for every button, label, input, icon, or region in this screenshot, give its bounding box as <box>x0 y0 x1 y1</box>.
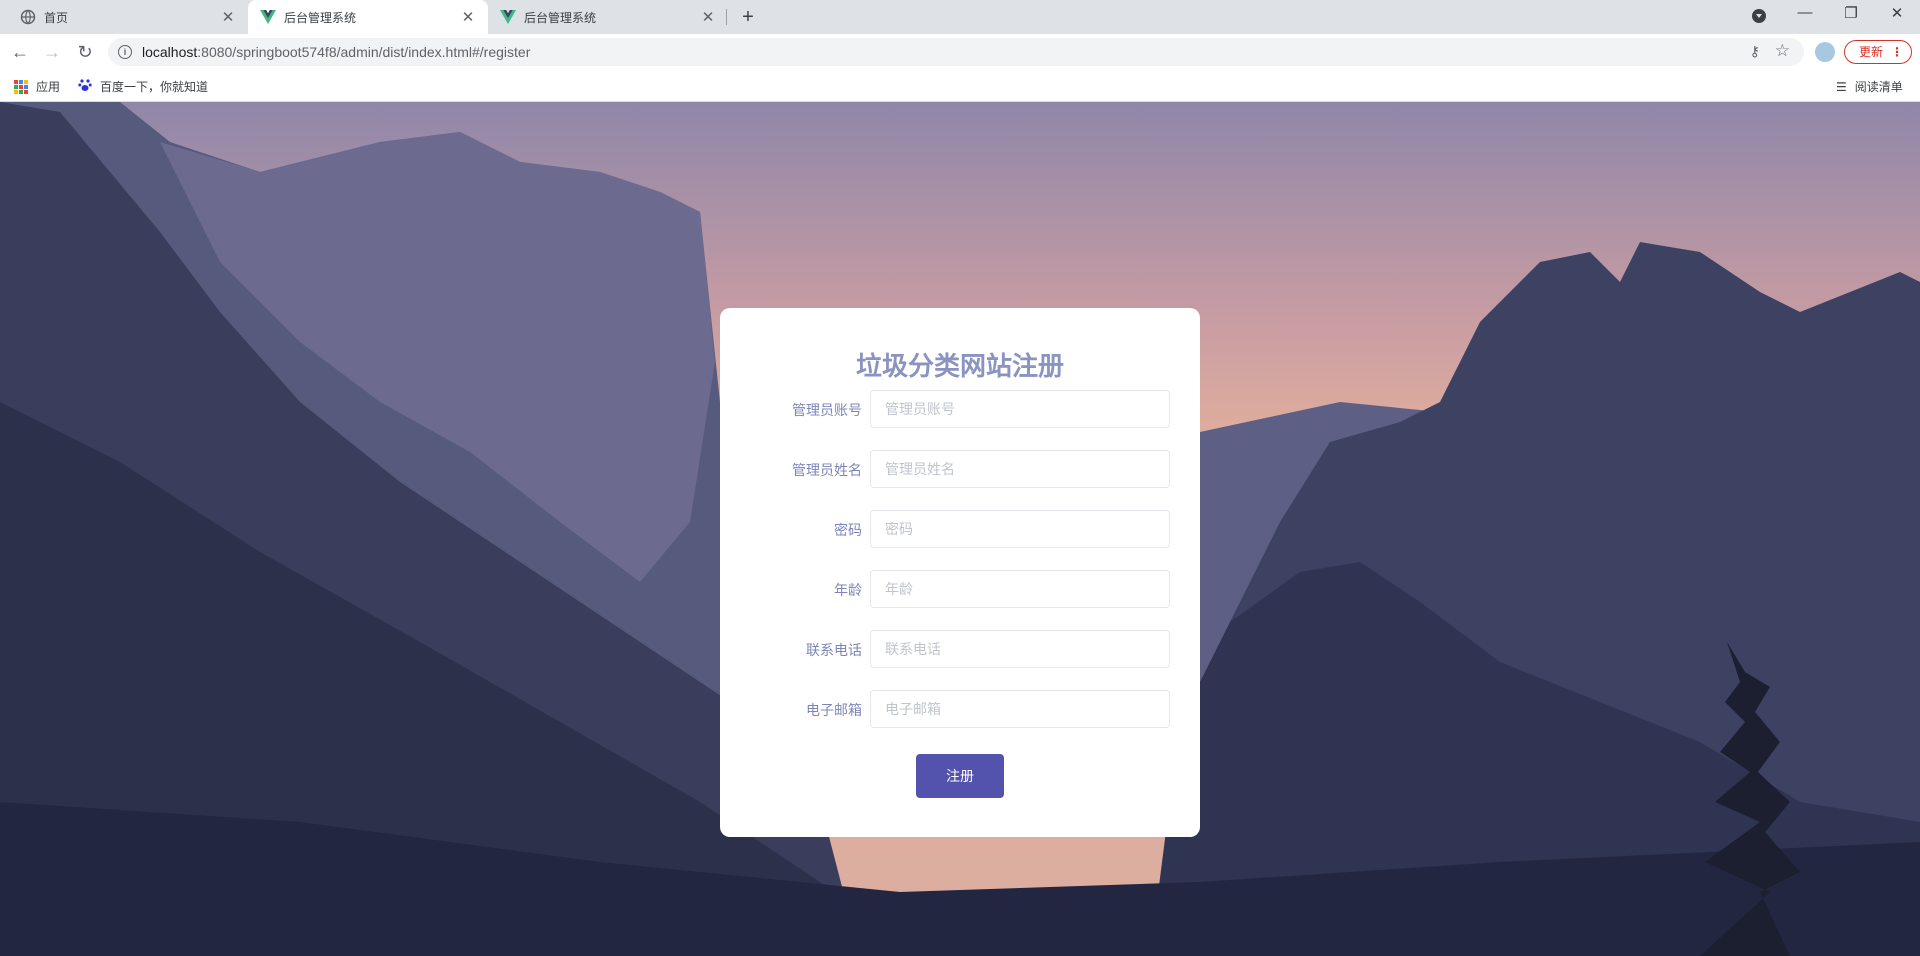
form-row-password: 密码 <box>720 510 1200 548</box>
url-host: localhost <box>142 44 198 60</box>
tab-admin-active[interactable]: 后台管理系统 ✕ <box>248 0 488 34</box>
key-icon[interactable]: ⚷ <box>1750 43 1760 60</box>
window-close-icon[interactable]: ✕ <box>1874 4 1920 22</box>
register-title: 垃圾分类网站注册 <box>855 351 1064 381</box>
form-row-phone: 联系电话 <box>720 630 1200 668</box>
name-label: 管理员姓名 <box>792 462 862 478</box>
bookmark-label: 应用 <box>36 80 61 94</box>
name-input[interactable] <box>870 450 1170 488</box>
age-label: 年龄 <box>834 582 862 598</box>
reload-icon[interactable]: ↻ <box>73 40 97 64</box>
email-input[interactable] <box>870 690 1170 728</box>
bookmark-star-icon[interactable]: ☆ <box>1775 41 1790 61</box>
new-tab-plus-icon[interactable]: + <box>738 7 758 27</box>
password-label: 密码 <box>834 522 862 538</box>
form-row-account: 管理员账号 <box>720 390 1200 428</box>
tab-search-dropdown-icon[interactable] <box>1752 9 1766 23</box>
address-bar[interactable]: i localhost:8080/springboot574f8/admin/d… <box>108 38 1804 66</box>
close-icon[interactable]: ✕ <box>700 8 716 26</box>
tab-title: 后台管理系统 <box>524 10 597 25</box>
tab-admin[interactable]: 后台管理系统 ✕ <box>488 0 728 34</box>
more-menu-icon: ⋮ <box>1891 45 1903 59</box>
tab-strip: 首页 ✕ 后台管理系统 ✕ 后台管理系统 ✕ + — ❐ ✕ <box>0 0 1920 34</box>
account-input[interactable] <box>870 390 1170 428</box>
update-button[interactable]: 更新 ⋮ <box>1844 40 1912 64</box>
password-input[interactable] <box>870 510 1170 548</box>
forward-arrow-icon[interactable]: → <box>40 40 64 64</box>
reading-list[interactable]: ☰ 阅读清单 <box>1836 78 1903 95</box>
profile-avatar[interactable] <box>1815 42 1835 62</box>
restore-icon[interactable]: ❐ <box>1828 4 1874 22</box>
url-path: :8080/springboot574f8/admin/dist/index.h… <box>197 44 531 60</box>
tab-title: 后台管理系统 <box>284 10 357 25</box>
bookmark-baidu[interactable]: 百度一下，你就知道 <box>78 78 208 95</box>
close-icon[interactable]: ✕ <box>460 8 476 26</box>
site-info-icon[interactable]: i <box>118 45 132 59</box>
form-row-name: 管理员姓名 <box>720 450 1200 488</box>
tab-separator <box>726 9 727 25</box>
globe-icon <box>20 9 36 25</box>
form-row-age: 年龄 <box>720 570 1200 608</box>
tab-home[interactable]: 首页 ✕ <box>8 0 248 34</box>
minimize-icon[interactable]: — <box>1782 4 1828 21</box>
reading-list-label: 阅读清单 <box>1854 80 1903 94</box>
register-button[interactable]: 注册 <box>916 754 1004 798</box>
age-input[interactable] <box>870 570 1170 608</box>
apps-grid-icon <box>14 79 28 94</box>
vue-logo-icon <box>260 9 276 25</box>
baidu-paw-icon <box>78 78 92 95</box>
url-text[interactable]: localhost:8080/springboot574f8/admin/dis… <box>142 44 530 60</box>
email-label: 电子邮箱 <box>806 702 862 718</box>
bookmark-apps[interactable]: 应用 <box>14 78 60 95</box>
vue-logo-icon <box>500 9 516 25</box>
account-label: 管理员账号 <box>792 402 862 418</box>
phone-input[interactable] <box>870 630 1170 668</box>
bookmark-label: 百度一下，你就知道 <box>100 80 209 94</box>
bookmarks-bar: 应用 百度一下，你就知道 ☰ 阅读清单 <box>0 70 1920 102</box>
close-icon[interactable]: ✕ <box>220 8 236 26</box>
register-card: 垃圾分类网站注册 管理员账号 管理员姓名 密码 年龄 联系电话 电子邮箱 注册 <box>720 308 1200 837</box>
back-arrow-icon[interactable]: ← <box>8 40 32 64</box>
reading-list-icon: ☰ <box>1836 79 1847 94</box>
tab-title: 首页 <box>44 10 69 25</box>
page-background: 垃圾分类网站注册 管理员账号 管理员姓名 密码 年龄 联系电话 电子邮箱 注册 <box>0 102 1920 956</box>
browser-toolbar: ← → ↻ i localhost:8080/springboot574f8/a… <box>0 34 1920 70</box>
phone-label: 联系电话 <box>806 642 862 658</box>
update-label: 更新 <box>1859 45 1884 59</box>
form-row-email: 电子邮箱 <box>720 690 1200 728</box>
